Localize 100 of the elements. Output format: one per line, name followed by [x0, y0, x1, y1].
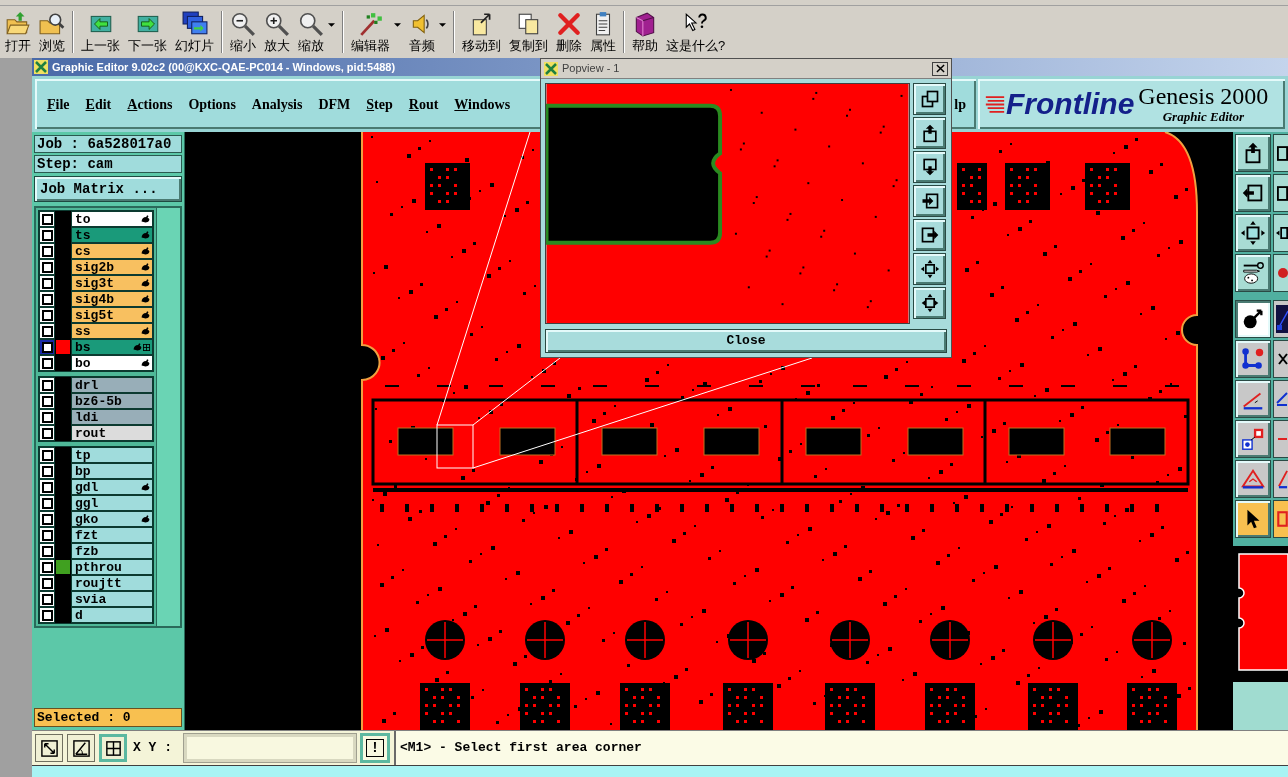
toolbar-button[interactable]: 复制到 [506, 8, 551, 56]
view-button[interactable] [913, 151, 946, 183]
menu-item[interactable]: File [47, 93, 70, 115]
menu-item[interactable]: Step [366, 93, 393, 115]
menu-item[interactable]: Edit [85, 93, 112, 115]
menu-item[interactable]: Windows [454, 93, 511, 115]
layer-name[interactable]: bz6-5b [71, 393, 153, 409]
product-name: Genesis 2000 [1138, 83, 1269, 109]
zoom-in-icon [264, 10, 290, 37]
tool-button[interactable] [1235, 340, 1271, 378]
view-button[interactable] [913, 83, 946, 115]
cross-icon [1278, 353, 1288, 365]
scroll-track[interactable] [156, 208, 180, 626]
layer-name[interactable]: to [71, 211, 153, 227]
toolbar-button[interactable]: 移动到 [459, 8, 504, 56]
toolbar-button[interactable]: 缩小 [227, 8, 259, 56]
command-tool-button[interactable] [35, 734, 63, 762]
tool-button[interactable] [1273, 254, 1288, 292]
coordinate-input[interactable] [184, 734, 356, 762]
grid-icon [103, 738, 123, 758]
layer-name[interactable]: bo [71, 355, 153, 371]
command-tool-button[interactable] [99, 734, 127, 762]
pad-grid [925, 683, 975, 730]
layer-name[interactable]: ss [71, 323, 153, 339]
layer-name[interactable]: cs [71, 243, 153, 259]
alert-button[interactable]: ! [360, 733, 390, 763]
toolbar-button[interactable]: 属性 [587, 8, 619, 56]
tool-button[interactable] [1273, 460, 1288, 498]
layer-name[interactable]: drl [71, 377, 153, 393]
layer-name[interactable]: bs [71, 339, 153, 355]
menu-item[interactable]: DFM [318, 93, 351, 115]
tool-button[interactable] [1235, 300, 1271, 338]
tool-button[interactable] [1235, 174, 1271, 212]
toolbar-button[interactable]: 上一张 [78, 8, 123, 56]
layer-name[interactable]: sig3t [71, 275, 153, 291]
tool-button[interactable] [1235, 380, 1271, 418]
tool-button[interactable] [1273, 380, 1288, 418]
toolbar-button[interactable]: 下一张 [125, 8, 170, 56]
pad-grid [620, 683, 670, 730]
view-button[interactable] [913, 287, 946, 319]
job-matrix-button[interactable]: Job Matrix ... [34, 176, 182, 202]
layer-name[interactable]: gko [71, 511, 153, 527]
toolbar-button[interactable]: 放大 [261, 8, 293, 56]
layer-name[interactable]: ldi [71, 409, 153, 425]
tool-button[interactable] [1273, 340, 1288, 378]
toolbar-button[interactable]: 缩放 [295, 8, 338, 56]
toolbar-button[interactable]: 这是什么? [663, 8, 729, 56]
tool-button[interactable] [1235, 500, 1271, 538]
expand-arrows-icon [919, 293, 940, 313]
menu-item[interactable]: lp [954, 93, 966, 115]
layer-name[interactable]: bp [71, 463, 153, 479]
layer-name[interactable]: gdl [71, 479, 153, 495]
crosshair-circle [1132, 620, 1172, 660]
toolbar-button[interactable]: 打开 [2, 8, 34, 56]
tool-button[interactable] [1273, 134, 1288, 172]
toolbar-button[interactable]: 音频 [406, 8, 449, 56]
layer-name[interactable]: roujtt [71, 575, 153, 591]
layer-name[interactable]: fzb [71, 543, 153, 559]
toolbar-button[interactable]: 帮助 [629, 8, 661, 56]
line-icon [1276, 392, 1288, 406]
layer-name[interactable]: rout [71, 425, 153, 441]
layer-name[interactable]: sig4b [71, 291, 153, 307]
tool-button[interactable] [1235, 254, 1271, 292]
toolbar-button[interactable]: 编辑器 [348, 8, 404, 56]
toolbar-button[interactable]: 幻灯片 [172, 8, 217, 56]
view-button[interactable] [913, 185, 946, 217]
tool-button[interactable] [1235, 214, 1271, 252]
menu-item[interactable]: Analysis [251, 93, 303, 115]
tool-button[interactable] [1273, 500, 1288, 538]
layer-name[interactable]: sig2b [71, 259, 153, 275]
close-button[interactable] [932, 61, 948, 76]
tool-button[interactable] [1273, 300, 1288, 338]
menu-item[interactable]: Actions [127, 93, 173, 115]
layer-name[interactable]: svia [71, 591, 153, 607]
layer-name[interactable]: tp [71, 447, 153, 463]
tool-button[interactable] [1273, 174, 1288, 212]
menu-item[interactable]: Rout [408, 93, 439, 115]
toolbar-button[interactable]: 删除 [553, 8, 585, 56]
tool-button[interactable] [1235, 134, 1271, 172]
view-button[interactable] [913, 117, 946, 149]
layer-name[interactable]: ggl [71, 495, 153, 511]
toolbar-button[interactable]: 浏览 [36, 8, 68, 56]
layer-name[interactable]: fzt [71, 527, 153, 543]
tool-button[interactable] [1235, 420, 1271, 458]
layer-name[interactable]: d [71, 607, 153, 623]
view-button[interactable] [913, 219, 946, 251]
close-button[interactable]: Close [545, 329, 947, 353]
slot-cutout [703, 427, 760, 456]
command-tool-button[interactable] [67, 734, 95, 762]
zoom-out-icon [230, 10, 256, 37]
layer-name[interactable]: ts [71, 227, 153, 243]
menu-item[interactable]: Options [188, 93, 236, 115]
crosshair-circle [728, 620, 768, 660]
pad-grid [420, 683, 470, 730]
view-button[interactable] [913, 253, 946, 285]
layer-name[interactable]: pthrou [71, 559, 153, 575]
tool-button[interactable] [1273, 420, 1288, 458]
tool-button[interactable] [1273, 214, 1288, 252]
tool-button[interactable] [1235, 460, 1271, 498]
layer-name[interactable]: sig5t [71, 307, 153, 323]
